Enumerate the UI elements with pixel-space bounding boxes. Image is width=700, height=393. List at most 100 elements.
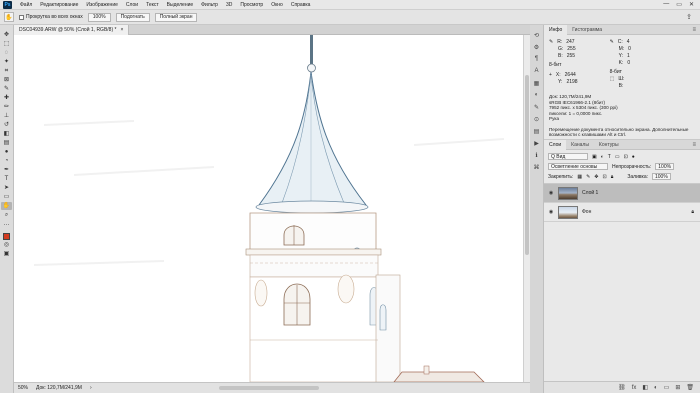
tab-histogram[interactable]: Гистограмма (567, 25, 607, 35)
fill-screen-button[interactable]: Полный экран (154, 12, 198, 22)
hand-icon[interactable]: ✋ (4, 12, 14, 22)
minimize-button[interactable]: — (663, 1, 669, 8)
info-icon[interactable]: ℹ (533, 151, 541, 159)
dodge-icon[interactable]: ◔ (1, 157, 12, 165)
magic-wand-icon[interactable]: ✦ (1, 58, 12, 66)
menu-type[interactable]: Текст (142, 2, 163, 8)
visibility-eye-icon[interactable]: ◉ (548, 209, 554, 215)
move-icon[interactable]: ✥ (1, 31, 12, 39)
document-tab[interactable]: DSC04939.ARW @ 50% (Слой 1, RGB/8) * × (14, 25, 130, 35)
vertical-scrollbar[interactable] (523, 35, 530, 382)
menu-help[interactable]: Справка (287, 2, 315, 8)
trash-icon[interactable]: 🗑︎ (686, 384, 694, 391)
filter-type-icon[interactable]: T (608, 154, 611, 160)
share-icon[interactable]: ⇪ (686, 13, 692, 21)
menu-layers[interactable]: Слои (122, 2, 142, 8)
zoom-100-button[interactable]: 100% (87, 12, 111, 22)
brush-icon[interactable]: ✏ (1, 103, 12, 111)
type-icon[interactable]: T (1, 175, 12, 183)
character-icon[interactable]: A (533, 67, 541, 75)
tab-layers[interactable]: Слои (544, 139, 567, 150)
filter-image-icon[interactable]: ▣ (592, 154, 597, 160)
fit-screen-button[interactable]: Подогнать (115, 12, 150, 22)
crop-icon[interactable]: ⌗ (1, 67, 12, 75)
glyphs-icon[interactable]: ⌘ (533, 163, 541, 171)
scroll-all-windows-checkbox[interactable]: Прокрутка во всех окнах (19, 14, 83, 20)
quick-mask-icon[interactable]: ◎ (1, 241, 12, 249)
vertical-scroll-thumb[interactable] (525, 75, 529, 255)
maximize-button[interactable]: ▭ (676, 1, 682, 8)
filter-toggle-icon[interactable]: ● (632, 154, 635, 160)
clone-source-icon[interactable]: ⊙ (533, 115, 541, 123)
zoom-icon[interactable]: ⌕ (1, 211, 12, 219)
swatches-icon[interactable]: ▦ (533, 79, 541, 87)
path-select-icon[interactable]: ➤ (1, 184, 12, 192)
foreground-color-swatch[interactable] (3, 233, 10, 240)
eraser-icon[interactable]: ◧ (1, 130, 12, 138)
filter-adjust-icon[interactable]: ◐ (601, 154, 604, 160)
tab-channels[interactable]: Каналы (566, 140, 594, 150)
lock-paint-icon[interactable]: ✎ (586, 174, 590, 180)
libraries-icon[interactable]: ▤ (533, 127, 541, 135)
shape-icon[interactable]: ▭ (1, 193, 12, 201)
menu-window[interactable]: Окно (267, 2, 287, 8)
fill-input[interactable]: 100% (652, 173, 671, 180)
eyedropper-icon[interactable]: ✎ (1, 85, 12, 93)
menu-image[interactable]: Изображение (82, 2, 122, 8)
blur-icon[interactable]: ● (1, 148, 12, 156)
fx-icon[interactable]: fx (632, 385, 637, 391)
lock-move-icon[interactable]: ✥ (594, 174, 598, 180)
properties-icon[interactable]: ⚙ (533, 43, 541, 51)
layers-menu-icon[interactable]: ≡ (692, 142, 700, 148)
menu-select[interactable]: Выделение (163, 2, 198, 8)
menu-view[interactable]: Просмотр (236, 2, 267, 8)
marquee-icon[interactable]: ⬚ (1, 40, 12, 48)
filter-shape-icon[interactable]: ▭ (615, 154, 620, 160)
history-icon[interactable]: ⟲ (533, 31, 541, 39)
checkbox-icon[interactable] (19, 14, 24, 20)
more-tools-icon[interactable]: … (1, 220, 12, 228)
frame-icon[interactable]: ⊠ (1, 76, 12, 84)
opacity-input[interactable]: 100% (655, 163, 675, 170)
layer-row[interactable]: ◉ Фон 🔒︎ (544, 203, 700, 222)
screen-mode-icon[interactable]: ▣ (1, 250, 12, 258)
adjustments-icon[interactable]: ◐ (533, 91, 541, 99)
close-button[interactable]: ✕ (689, 1, 694, 8)
menu-filter[interactable]: Фильтр (197, 2, 222, 8)
actions-icon[interactable]: ▶ (533, 139, 541, 147)
layer-filter-select[interactable]: Q Вид (548, 153, 588, 160)
healing-icon[interactable]: ✚ (1, 94, 12, 102)
layer-row[interactable]: ◉ Слой 1 (544, 184, 700, 203)
pen-icon[interactable]: ✒ (1, 166, 12, 174)
panel-menu-icon[interactable]: ≡ (692, 27, 700, 33)
lock-all-icon[interactable]: 🔒︎ (611, 174, 614, 180)
tab-info[interactable]: Инфо (544, 24, 568, 35)
adjustment-icon[interactable]: ◐ (654, 385, 658, 391)
menu-edit[interactable]: Редактирование (36, 2, 82, 8)
brush-settings-icon[interactable]: ✎ (533, 103, 541, 111)
history-brush-icon[interactable]: ↺ (1, 121, 12, 129)
link-icon[interactable]: ⛓ (618, 384, 626, 391)
group-icon[interactable]: ▭ (664, 384, 670, 391)
mask-icon[interactable]: ◧ (642, 384, 648, 391)
close-tab-icon[interactable]: × (120, 27, 123, 33)
menu-file[interactable]: Файл (16, 2, 36, 8)
lock-pixels-icon[interactable]: ▦ (577, 174, 582, 180)
stamp-icon[interactable]: ⊥ (1, 112, 12, 120)
layer-name[interactable]: Слой 1 (582, 190, 598, 196)
blend-mode-select[interactable]: Осветление основы (548, 163, 608, 170)
hand-tool-icon[interactable]: ✋ (1, 202, 12, 210)
zoom-level[interactable]: 50% (18, 385, 28, 391)
gradient-icon[interactable]: ▤ (1, 139, 12, 147)
menu-3d[interactable]: 3D (222, 2, 236, 8)
filter-smart-icon[interactable]: ⊡ (624, 154, 628, 160)
visibility-eye-icon[interactable]: ◉ (548, 190, 554, 196)
lasso-icon[interactable]: ◌ (1, 49, 12, 57)
horizontal-scroll-thumb[interactable] (219, 386, 319, 390)
tab-paths[interactable]: Контуры (594, 140, 624, 150)
status-arrow-icon[interactable]: › (90, 385, 92, 391)
lock-artboard-icon[interactable]: ⊡ (602, 174, 606, 180)
canvas[interactable] (14, 35, 523, 382)
layer-name[interactable]: Фон (582, 209, 591, 215)
paragraph-icon[interactable]: ¶ (533, 55, 541, 63)
